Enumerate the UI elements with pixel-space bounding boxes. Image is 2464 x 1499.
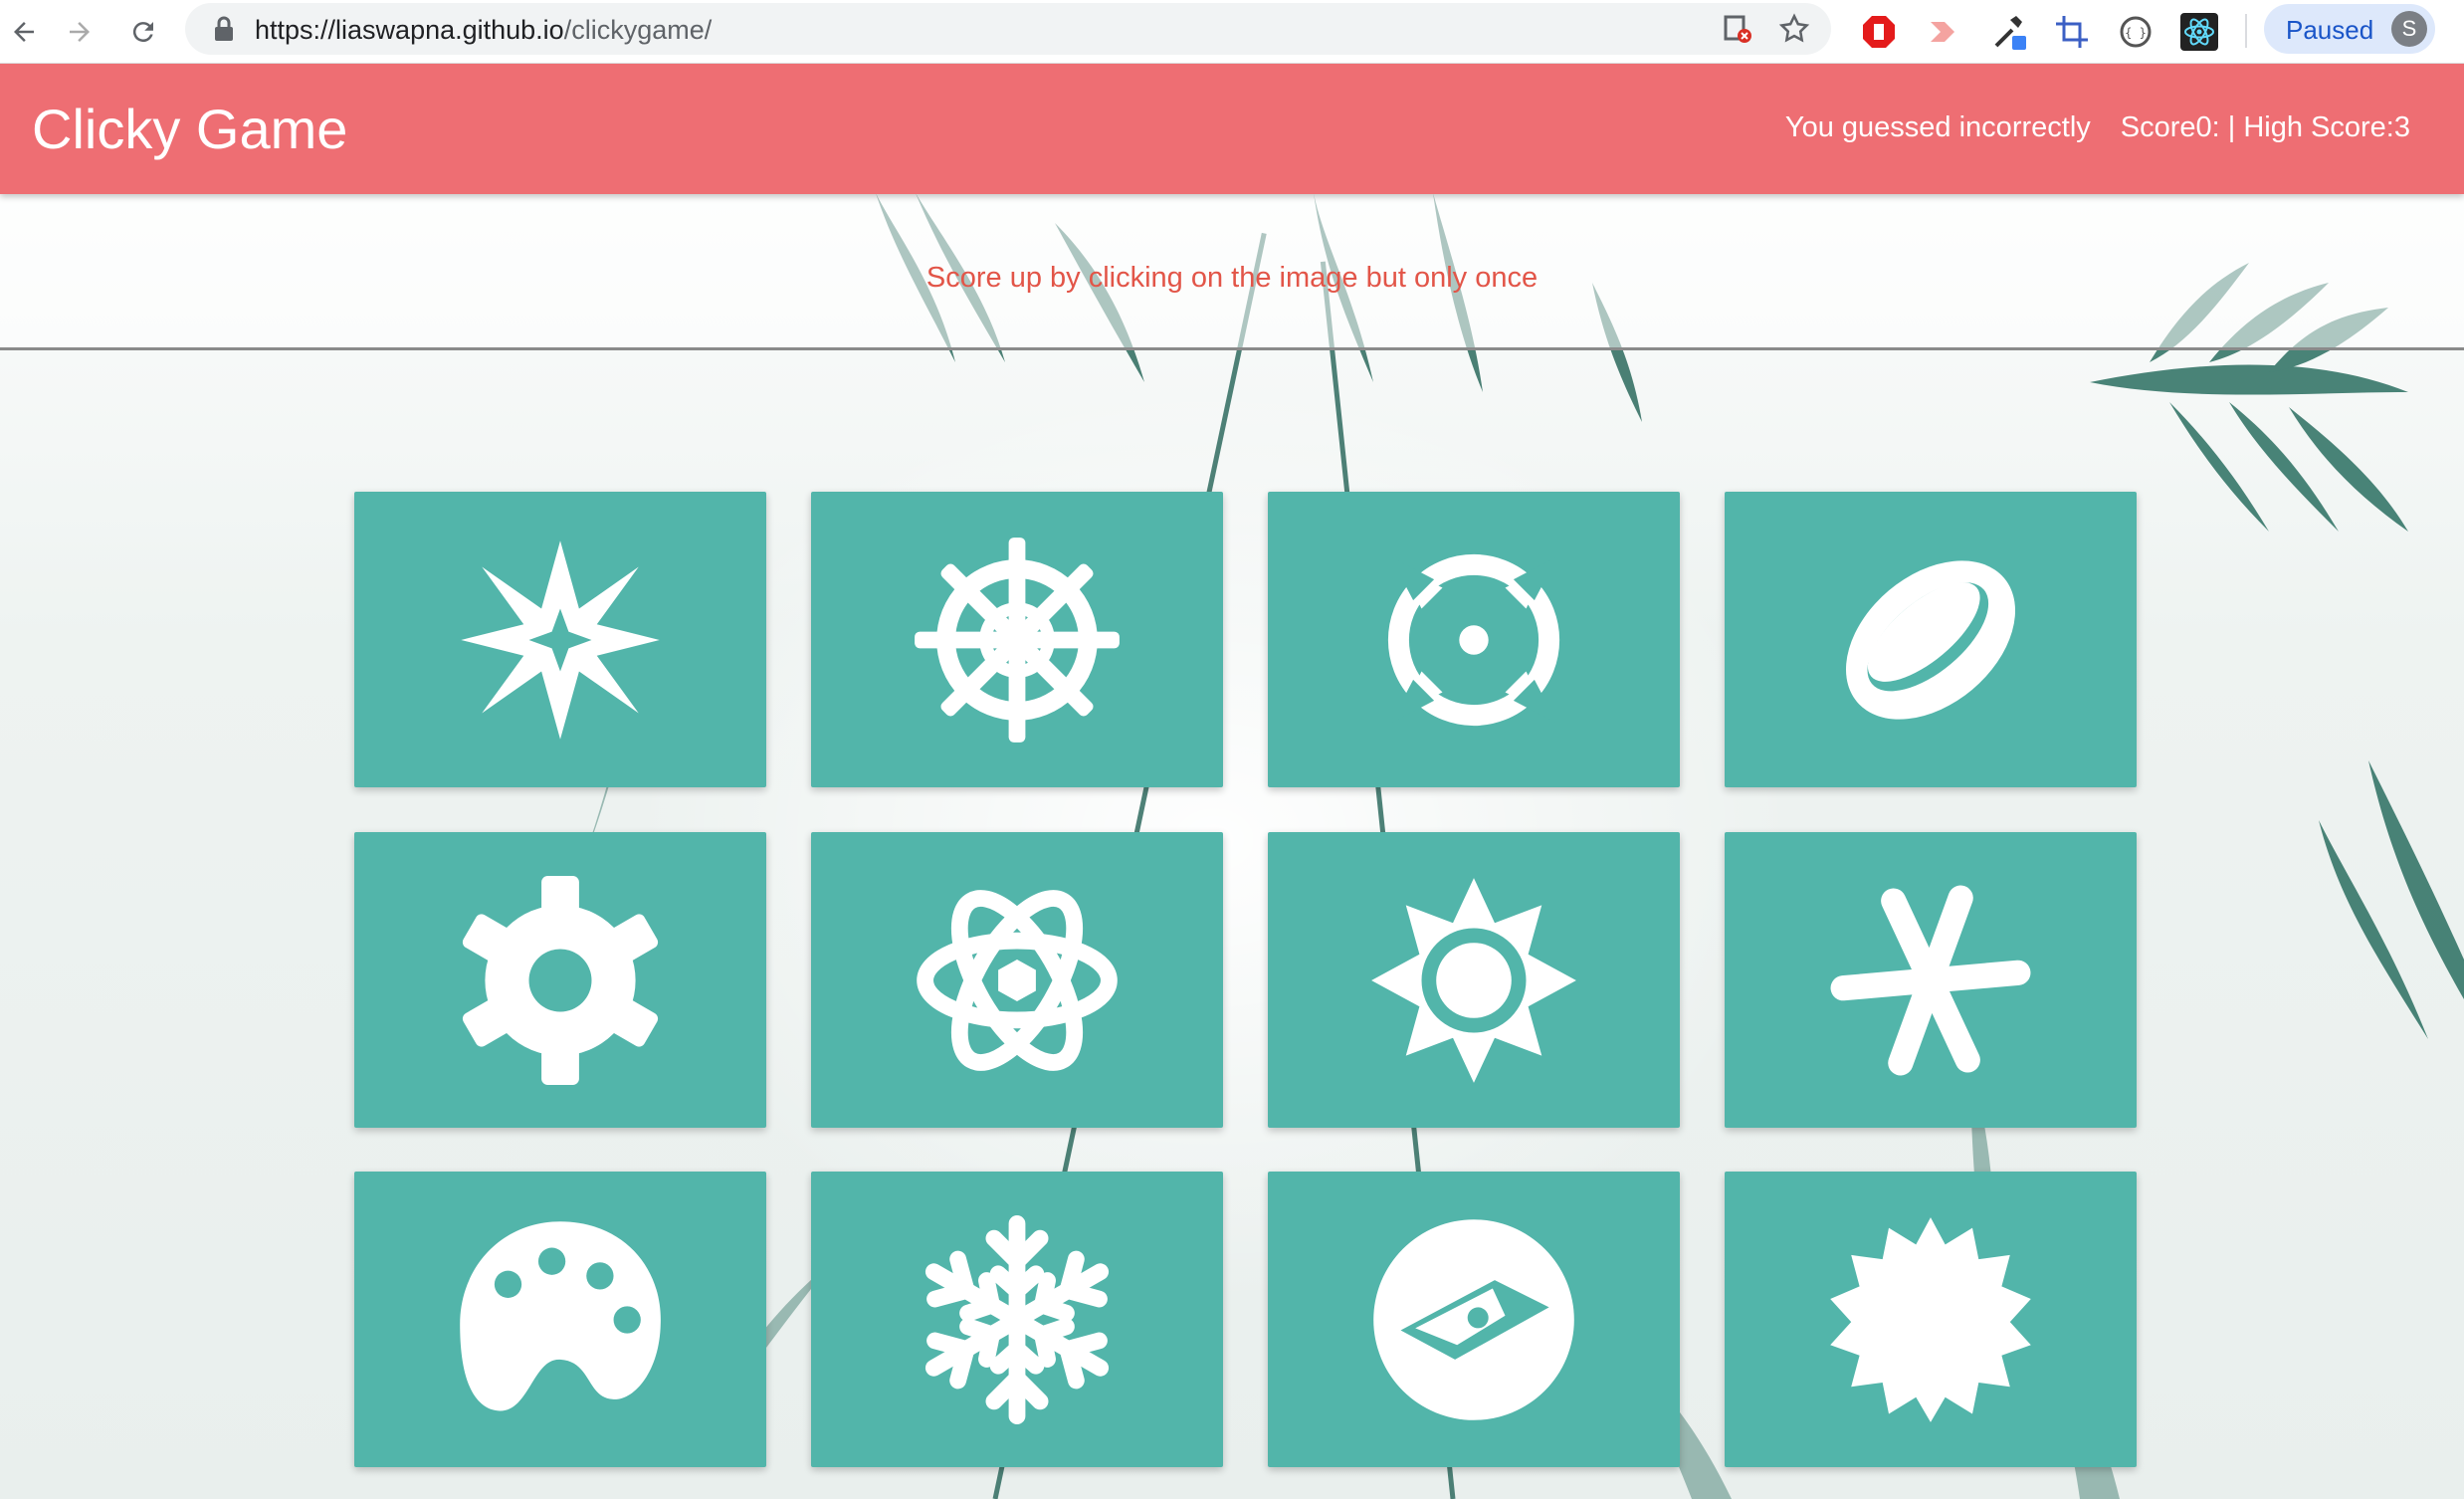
score-status: You guessed incorrectly Score0: | High S… [1785,111,2410,144]
brand-title[interactable]: Clicky Game [32,97,347,161]
card-ship-wheel[interactable] [811,492,1223,787]
forward-extension-icon[interactable] [1921,10,1964,54]
card-ring[interactable] [1725,492,2137,787]
atom-icon [917,889,1118,1071]
svg-text:{ }: { } [2125,26,2147,40]
card-gear[interactable] [354,832,766,1128]
crop-extension-icon[interactable] [2050,10,2094,54]
card-starburst[interactable] [1725,1172,2137,1467]
ring-icon [1845,559,2016,720]
card-atom[interactable] [811,832,1223,1128]
snowflake-icon [924,1214,1110,1424]
card-sun[interactable] [1268,832,1680,1128]
asterisk-icon [1830,885,2031,1075]
navbar: Clicky Game You guessed incorrectly Scor… [0,64,2464,194]
gear-icon [462,875,659,1085]
crosshair-target-icon [1387,553,1560,726]
paused-label: Paused [2286,15,2374,45]
card-crosshair[interactable] [1268,492,1680,787]
react-devtools-icon[interactable] [2177,10,2221,54]
toolbar-divider [2245,14,2247,48]
back-arrow-icon[interactable] [0,8,48,56]
card-compass[interactable] [1268,1172,1680,1467]
sun-icon [1371,877,1576,1083]
bookmark-star-icon[interactable] [1777,12,1811,51]
color-picker-extension-icon[interactable] [1988,10,2032,54]
instruction-text: Score up by clicking on the image but on… [925,262,1539,294]
browser-toolbar: https://liaswapna.github.io/clickygame/ … [0,0,2464,64]
forward-arrow-icon[interactable] [56,8,103,56]
score-display: Score0: | High Score:3 [2120,111,2410,143]
palette-icon [460,1220,661,1410]
compass-icon [1373,1218,1574,1420]
reload-icon[interactable] [119,8,167,56]
card-snowflake[interactable] [811,1172,1223,1467]
blocked-content-icon[interactable] [1722,13,1753,50]
url-text: https://liaswapna.github.io/clickygame/ [255,15,713,45]
ship-wheel-icon [915,536,1120,743]
json-extension-icon[interactable]: { } [2114,10,2157,54]
starburst-icon [1830,1216,2031,1422]
page: Clicky Game You guessed incorrectly Scor… [0,64,2464,1499]
lock-icon [213,16,235,47]
avatar: S [2391,11,2427,47]
profile-button[interactable]: Paused S [2264,4,2435,54]
guess-message: You guessed incorrectly [1784,111,2091,143]
spiky-star-icon [461,539,660,740]
card-spiky-star[interactable] [354,492,766,787]
address-bar[interactable]: https://liaswapna.github.io/clickygame/ [185,3,1831,55]
card-asterisk[interactable] [1725,832,2137,1128]
card-palette[interactable] [354,1172,766,1467]
instruction-band: Score up by clicking on the image but on… [0,194,2464,350]
adblock-extension-icon[interactable] [1857,10,1901,54]
